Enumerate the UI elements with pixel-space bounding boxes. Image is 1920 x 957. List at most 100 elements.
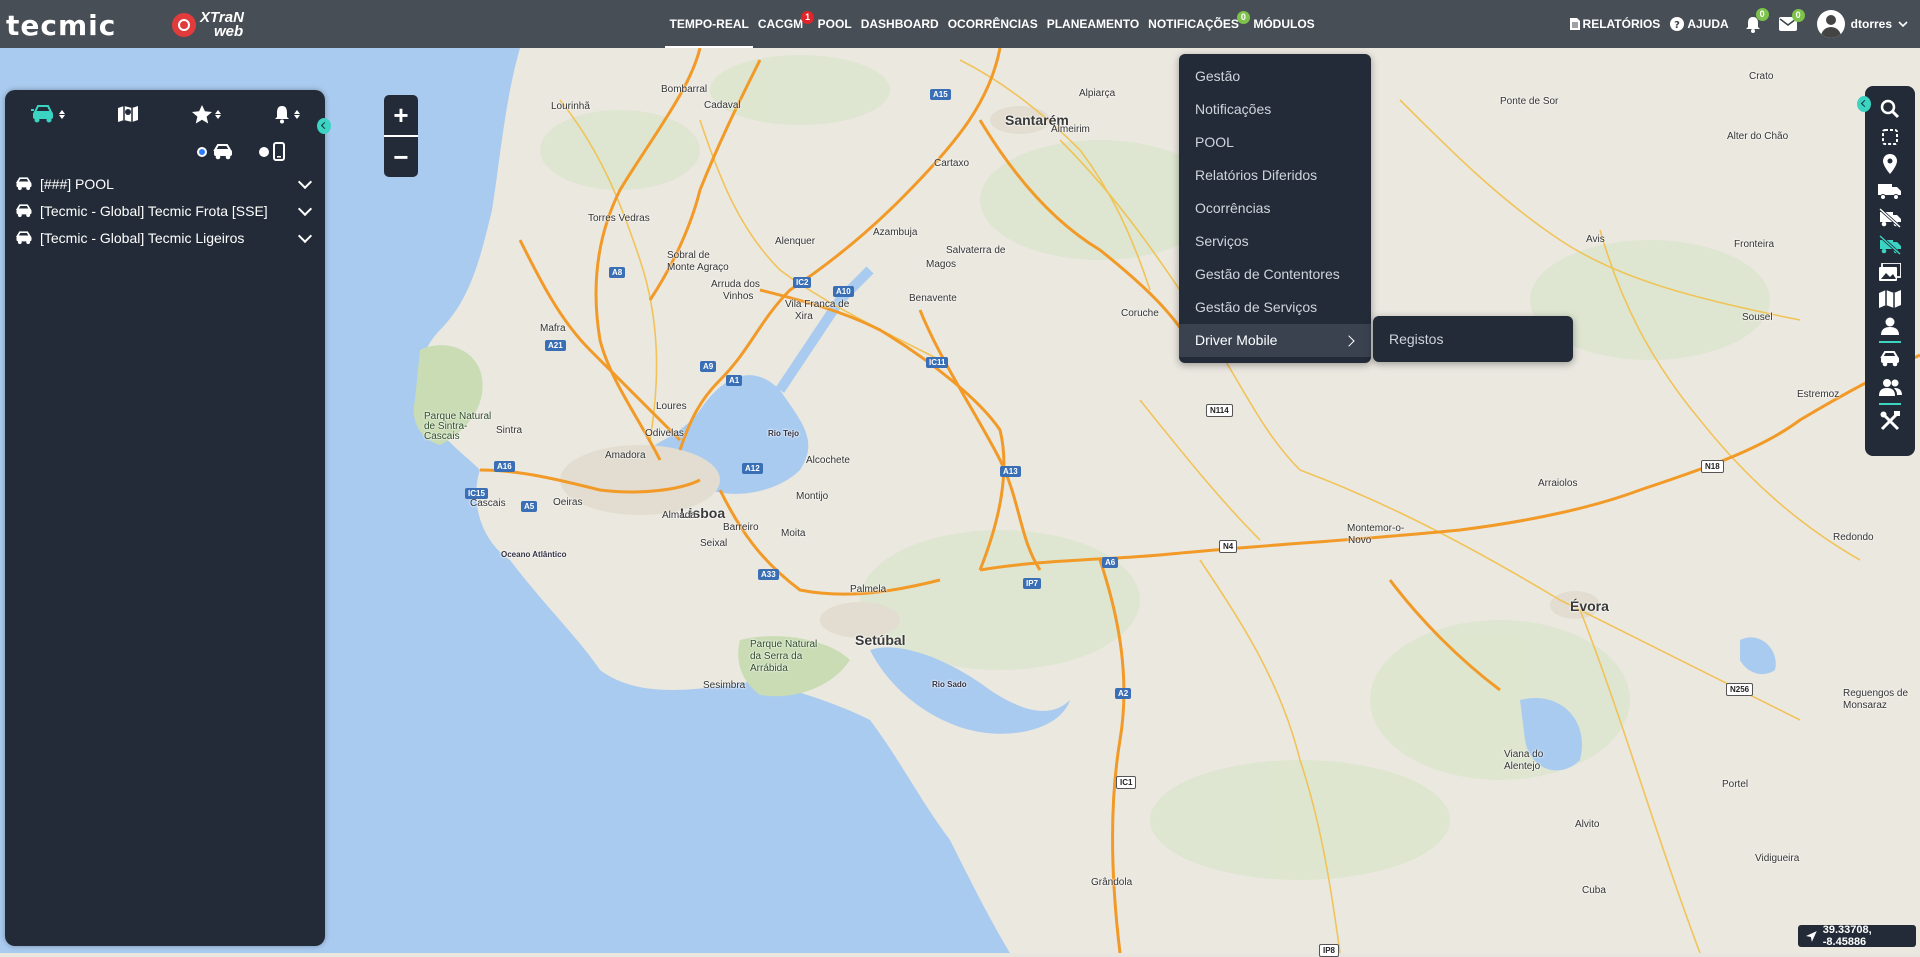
menu-item-gestao[interactable]: Gestão: [1179, 60, 1371, 93]
xtranweb-logo[interactable]: XTraN web: [172, 10, 244, 40]
nav-tempo-real[interactable]: TEMPO-REAL: [665, 0, 754, 48]
map-place-label: Ponte de Sor: [1500, 96, 1559, 107]
users-icon: [1879, 379, 1902, 396]
view-mode-radios: [197, 142, 285, 161]
road-shield-label: A5: [521, 501, 538, 512]
menu-item-notificacoes[interactable]: Notificações: [1179, 93, 1371, 126]
select-area-tool[interactable]: [1877, 126, 1903, 148]
messages-button[interactable]: 0: [1778, 9, 1805, 31]
map-place-label: Monte Agraço: [667, 262, 729, 273]
map-place-label: Setúbal: [855, 632, 906, 648]
alerts-button[interactable]: 0: [1745, 7, 1769, 33]
menu-item-ocorrencias[interactable]: Ocorrências: [1179, 192, 1371, 225]
map-place-label: Avis: [1586, 234, 1605, 245]
map-place-label: Alter do Chão: [1727, 131, 1789, 142]
truck-off-icon: [1878, 208, 1902, 228]
road-shield-label: N18: [1701, 460, 1724, 473]
road-shield-label: N256: [1726, 683, 1754, 696]
document-icon: [1569, 18, 1580, 30]
toolbar-divider: [1879, 341, 1901, 343]
users-tool[interactable]: [1877, 376, 1903, 398]
map-place-label: Arraiolos: [1538, 478, 1578, 489]
trucks-tool[interactable]: [1877, 180, 1903, 202]
nav-ocorrencias[interactable]: OCORRÊNCIAS: [943, 0, 1042, 48]
location-pin-icon: [1883, 154, 1897, 174]
map-place-label: Bombarral: [661, 84, 708, 95]
map-place-label: Moita: [781, 528, 806, 539]
nav-notificacoes[interactable]: NOTIFICAÇÕES 0: [1144, 0, 1250, 48]
map-place-label: Cartaxo: [934, 158, 970, 169]
tecmic-logo[interactable]: tecmic: [6, 9, 116, 42]
user-menu[interactable]: dtorres: [1816, 10, 1908, 38]
location-tool[interactable]: [1877, 153, 1903, 175]
tab-favorites[interactable]: [191, 104, 221, 124]
cars-icon: [1880, 351, 1899, 367]
collapse-toolbar-button[interactable]: [1857, 96, 1871, 112]
tab-alerts[interactable]: [273, 105, 300, 124]
chevron-down-icon[interactable]: [297, 174, 313, 189]
map-place-label: Cuba: [1582, 885, 1606, 896]
help-link[interactable]: ? AJUDA: [1670, 17, 1729, 31]
select-area-icon: [1882, 129, 1898, 145]
menu-item-registos[interactable]: Registos: [1373, 316, 1573, 362]
map-place-label: Crato: [1749, 71, 1774, 82]
gallery-tool[interactable]: [1877, 261, 1903, 283]
menu-item-gestao-servicos[interactable]: Gestão de Serviços: [1179, 291, 1371, 324]
nav-dashboard[interactable]: DASHBOARD: [856, 0, 943, 48]
map-place-label: Coruche: [1121, 308, 1159, 319]
menu-item-gestao-contentores[interactable]: Gestão de Contentores: [1179, 258, 1371, 291]
fleet-item-tecmic-frota[interactable]: [Tecmic - Global] Tecmic Frota [SSE]: [14, 197, 314, 224]
map-place-label: Alenquer: [775, 236, 816, 247]
nav-planeamento[interactable]: PLANEAMENTO: [1042, 0, 1143, 48]
nav-cacgm[interactable]: CACGM 1: [753, 0, 815, 48]
toolbar-divider: [1879, 403, 1901, 405]
radio-vehicles[interactable]: [197, 143, 235, 161]
tab-map[interactable]: [117, 104, 139, 124]
menu-item-pool[interactable]: POOL: [1179, 126, 1371, 159]
reports-link[interactable]: RELATÓRIOS: [1569, 17, 1660, 31]
road-shield-label: A16: [494, 461, 515, 472]
settings-tool[interactable]: [1877, 410, 1903, 432]
menu-item-relatorios-diferidos[interactable]: Relatórios Diferidos: [1179, 159, 1371, 192]
road-shield-label: IP7: [1023, 578, 1042, 589]
map-place-label: Mafra: [540, 323, 566, 334]
drivers-tool[interactable]: [1877, 315, 1903, 337]
mobile-phone-icon: [273, 142, 285, 161]
zoom-in-button[interactable]: +: [384, 95, 418, 135]
map-place-label: da Serra da: [750, 651, 803, 662]
gallery-icon: [1879, 263, 1901, 281]
vehicles-icon: [213, 143, 232, 159]
road-shield-label: IC1: [1116, 776, 1137, 789]
map-layers-tool[interactable]: [1877, 288, 1903, 310]
menu-item-driver-mobile[interactable]: Driver Mobile: [1179, 324, 1371, 357]
map-place-label: Arruda dos: [711, 279, 760, 290]
road-shield-label: IP8: [1319, 944, 1340, 957]
road-shield-label: A2: [1115, 688, 1132, 699]
map-place-label: Cadaval: [704, 100, 741, 111]
vehicles-tool[interactable]: [1877, 348, 1903, 370]
chevron-down-icon[interactable]: [297, 228, 313, 243]
xtran-badge-icon: [172, 13, 196, 37]
tab-vehicles[interactable]: [30, 104, 65, 124]
vehicles-icon: [15, 230, 32, 244]
menu-item-servicos[interactable]: Serviços: [1179, 225, 1371, 258]
search-tool[interactable]: [1877, 98, 1903, 120]
map-place-label: Amadora: [605, 450, 646, 461]
driver-mobile-submenu: Registos: [1373, 316, 1573, 362]
map-place-label: Reguengos de: [1843, 688, 1909, 699]
map-place-label: Benavente: [909, 293, 957, 304]
nav-pool[interactable]: POOL: [813, 0, 856, 48]
collapse-panel-button[interactable]: [317, 118, 331, 134]
radio-mobile[interactable]: [259, 142, 285, 161]
zoom-out-button[interactable]: −: [384, 137, 418, 177]
fleet-item-pool[interactable]: [###] POOL: [14, 170, 314, 197]
hide-trucks-tool[interactable]: [1877, 207, 1903, 229]
map-place-label: Montijo: [796, 491, 829, 502]
sort-icon: [293, 109, 300, 119]
map-place-label: Alentejo: [1504, 761, 1541, 772]
hide-routes-tool[interactable]: [1877, 234, 1903, 256]
cursor-coordinates: 39.33708, -8.45886: [1798, 924, 1916, 948]
fleet-item-tecmic-ligeiros[interactable]: [Tecmic - Global] Tecmic Ligeiros: [14, 224, 314, 251]
chevron-down-icon[interactable]: [297, 201, 313, 216]
nav-modulos[interactable]: MÓDULOS: [1249, 0, 1319, 48]
